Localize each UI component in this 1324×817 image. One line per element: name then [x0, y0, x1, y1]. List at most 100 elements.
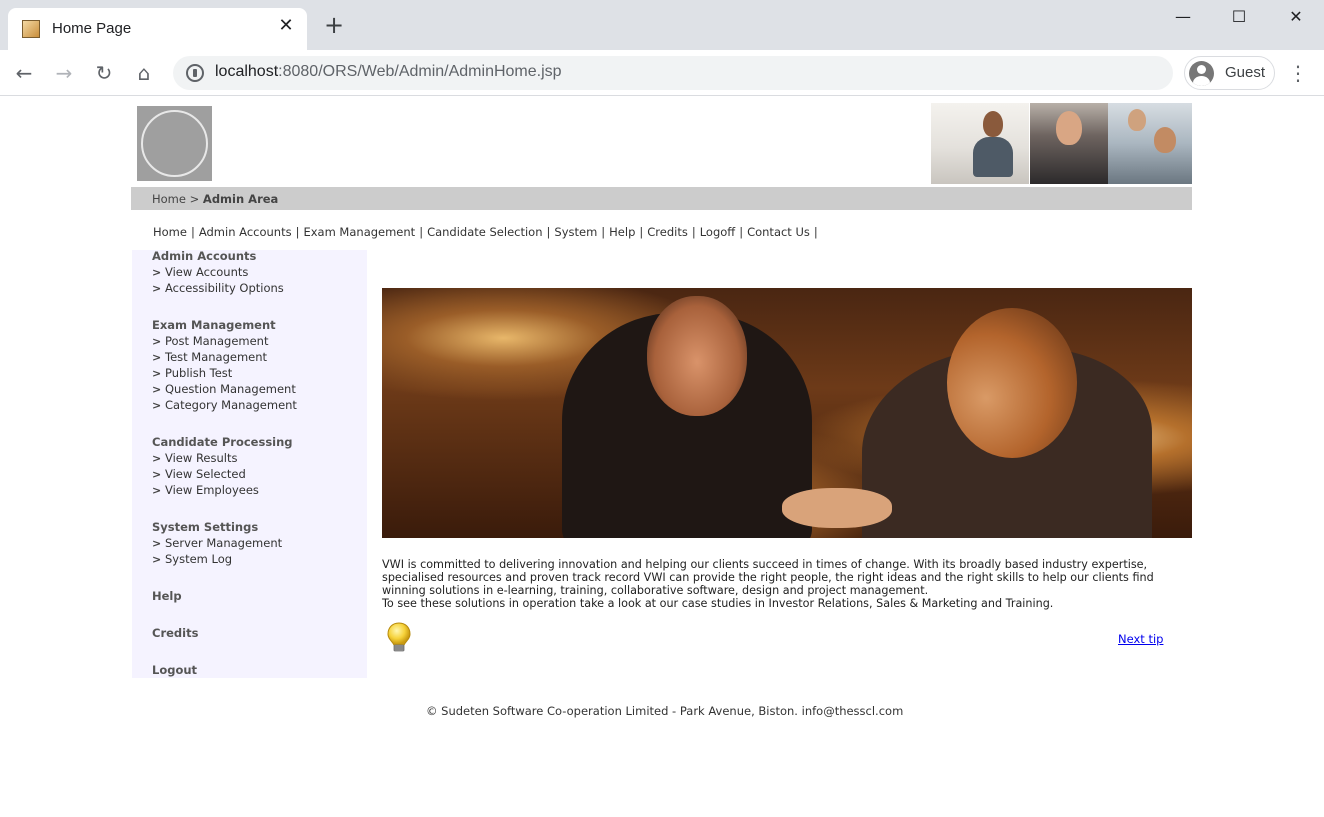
- address-bar[interactable]: localhost:8080/ORS/Web/Admin/AdminHome.j…: [173, 56, 1173, 90]
- chevron-right-icon: >: [152, 399, 162, 412]
- reload-button[interactable]: ↻: [91, 60, 117, 86]
- sidebar-item-view-employees[interactable]: > View Employees: [152, 483, 259, 497]
- profile-name: Guest: [1225, 64, 1266, 81]
- topnav-exam-management[interactable]: Exam Management: [303, 225, 415, 239]
- browser-tab-strip: Home Page ✕ + — ☐ ✕: [0, 0, 1324, 50]
- profile-button[interactable]: Guest: [1184, 56, 1275, 90]
- tab-title: Home Page: [52, 20, 132, 37]
- top-navigation: Home | Admin Accounts | Exam Management | Cand…: [153, 225, 822, 239]
- chevron-right-icon: >: [152, 468, 162, 481]
- chevron-right-icon: >: [152, 383, 162, 396]
- chevron-right-icon: >: [152, 335, 162, 348]
- sidebar-item-label: Server Management: [165, 536, 283, 550]
- sidebar-item-view-accounts[interactable]: > View Accounts: [152, 265, 248, 279]
- sidebar-item-label: System Log: [165, 552, 233, 566]
- intro-paragraph: VWI is committed to delivering innovatio…: [382, 558, 1154, 597]
- sidebar: Admin Accounts > View Accounts > Accessibi…: [132, 249, 367, 678]
- sidebar-item-post-management[interactable]: > Post Management: [152, 334, 268, 348]
- browser-toolbar: ← → ↻ ⌂ localhost:8080/ORS/Web/Admin/Adm…: [0, 50, 1324, 96]
- topnav-separator: |: [295, 225, 300, 239]
- sidebar-heading-exam-management: Exam Management: [152, 318, 276, 332]
- home-button[interactable]: ⌂: [131, 60, 157, 86]
- header-photo-woman: [1030, 103, 1108, 184]
- sidebar-item-label: Category Management: [165, 398, 297, 412]
- url-path: :8080/ORS/Web/Admin/AdminHome.jsp: [278, 63, 562, 80]
- intro-paragraph: To see these solutions in operation take…: [382, 597, 1054, 610]
- breadcrumb-home[interactable]: Home: [152, 192, 186, 206]
- sidebar-item-system-log[interactable]: > System Log: [152, 552, 232, 566]
- back-button[interactable]: ←: [11, 60, 37, 86]
- breadcrumb-separator: >: [189, 192, 200, 206]
- window-close-button[interactable]: ✕: [1281, 6, 1311, 28]
- breadcrumb-text: Home > Admin Area: [152, 192, 278, 206]
- topnav-separator: |: [190, 225, 195, 239]
- topnav-separator: |: [691, 225, 696, 239]
- web-page: Home > Admin Area Home | Admin Accounts | Ex…: [0, 96, 1324, 817]
- site-info-icon[interactable]: [186, 64, 204, 82]
- sidebar-item-question-management[interactable]: > Question Management: [152, 382, 296, 396]
- topnav-separator: |: [601, 225, 606, 239]
- chevron-right-icon: >: [152, 537, 162, 550]
- sidebar-item-label: View Accounts: [165, 265, 249, 279]
- sidebar-item-label: Test Management: [165, 350, 268, 364]
- next-tip-link[interactable]: Next tip: [1118, 632, 1163, 646]
- header-photo-office: [931, 103, 1029, 184]
- topnav-candidate-selection[interactable]: Candidate Selection: [427, 225, 542, 239]
- chevron-right-icon: >: [152, 282, 162, 295]
- topnav-separator: |: [813, 225, 818, 239]
- sidebar-item-publish-test[interactable]: > Publish Test: [152, 366, 232, 380]
- sidebar-item-category-management[interactable]: > Category Management: [152, 398, 297, 412]
- sidebar-item-label: Post Management: [165, 334, 269, 348]
- tab-close-icon[interactable]: ✕: [276, 16, 296, 36]
- new-tab-button[interactable]: +: [322, 13, 346, 38]
- sidebar-heading-admin-accounts: Admin Accounts: [152, 249, 257, 263]
- avatar-icon: [1189, 61, 1214, 86]
- breadcrumb-current: Admin Area: [202, 192, 279, 206]
- hero-figure-man-head: [647, 296, 747, 416]
- site-logo: [137, 106, 212, 181]
- lightbulb-icon: [387, 622, 411, 652]
- browser-tab[interactable]: Home Page ✕: [8, 8, 307, 50]
- topnav-separator: |: [419, 225, 424, 239]
- intro-text: VWI is committed to delivering innovatio…: [382, 558, 1192, 610]
- forward-button[interactable]: →: [51, 60, 77, 86]
- topnav-separator: |: [639, 225, 644, 239]
- topnav-contact-us[interactable]: Contact Us: [747, 225, 810, 239]
- topnav-separator: |: [546, 225, 551, 239]
- sidebar-item-label: Accessibility Options: [165, 281, 284, 295]
- chevron-right-icon: >: [152, 367, 162, 380]
- sidebar-item-help[interactable]: Help: [152, 589, 182, 603]
- sidebar-item-view-selected[interactable]: > View Selected: [152, 467, 246, 481]
- sidebar-item-view-results[interactable]: > View Results: [152, 451, 237, 465]
- sidebar-item-test-management[interactable]: > Test Management: [152, 350, 267, 364]
- chevron-right-icon: >: [152, 484, 162, 497]
- url-text[interactable]: localhost:8080/ORS/Web/Admin/AdminHome.j…: [215, 63, 562, 81]
- topnav-system[interactable]: System: [554, 225, 597, 239]
- sidebar-item-label: Question Management: [165, 382, 296, 396]
- topnav-credits[interactable]: Credits: [647, 225, 688, 239]
- topnav-home[interactable]: Home: [153, 225, 187, 239]
- sidebar-item-credits[interactable]: Credits: [152, 626, 198, 640]
- sidebar-item-server-management[interactable]: > Server Management: [152, 536, 282, 550]
- maximize-button[interactable]: ☐: [1224, 6, 1254, 28]
- minimize-button[interactable]: —: [1168, 6, 1198, 28]
- topnav-separator: |: [739, 225, 744, 239]
- url-host: localhost: [215, 63, 279, 80]
- sidebar-item-label: View Selected: [165, 467, 246, 481]
- topnav-admin-accounts[interactable]: Admin Accounts: [199, 225, 292, 239]
- chevron-right-icon: >: [152, 351, 162, 364]
- sidebar-item-accessibility-options[interactable]: > Accessibility Options: [152, 281, 284, 295]
- favicon-icon: [22, 20, 40, 38]
- topnav-logoff[interactable]: Logoff: [700, 225, 736, 239]
- sidebar-item-label: View Results: [165, 451, 238, 465]
- footer-copyright: © Sudeten Software Co-operation Limited …: [426, 704, 904, 718]
- chevron-right-icon: >: [152, 452, 162, 465]
- header-photo-team: [1108, 103, 1192, 184]
- hero-handshake-image: [382, 288, 1192, 538]
- hero-handshake: [782, 488, 892, 528]
- sidebar-item-label: Publish Test: [165, 366, 233, 380]
- chevron-right-icon: >: [152, 553, 162, 566]
- sidebar-item-logout[interactable]: Logout: [152, 663, 197, 677]
- browser-menu-icon[interactable]: ⋮: [1288, 60, 1308, 86]
- topnav-help[interactable]: Help: [609, 225, 635, 239]
